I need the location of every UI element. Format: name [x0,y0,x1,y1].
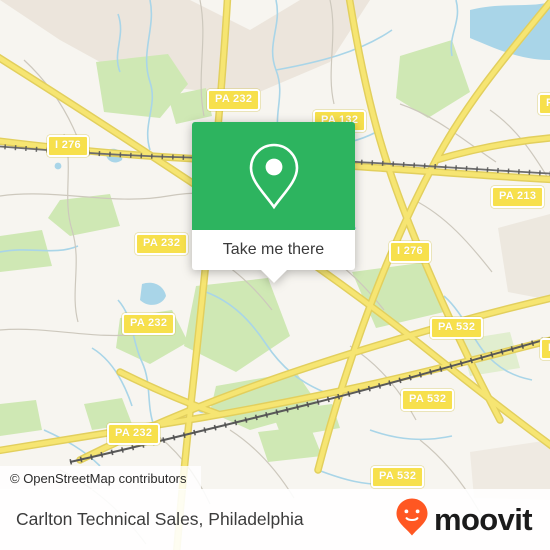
take-me-there-callout[interactable]: Take me there [192,122,355,283]
map-pin-icon [246,141,302,211]
attribution-text: © OpenStreetMap contributors [10,470,187,486]
road-shield: PA 232 [122,313,176,335]
road-shield: I 276 [47,135,89,157]
callout-label: Take me there [222,241,325,258]
callout-action-panel[interactable]: Take me there [192,230,355,270]
road-shield: PA 232 [135,233,189,255]
road-shield: I 276 [389,241,431,263]
callout-tail [259,269,288,283]
map-screen: PA 232 PA 132 I 276 PA 213 PA 232 I 276 PA 232… [0,0,550,550]
road-shield: PA 532 [430,317,484,339]
road-shield: PA 532 [401,389,455,411]
moovit-wordmark: moovit [433,502,533,537]
place-title: Carlton Technical Sales, Philadelphia [16,509,304,529]
moovit-logo[interactable]: moovit [395,497,533,542]
road-shield: P [538,93,550,115]
road-shield: PA 232 [107,423,161,445]
road-shield: PA 213 [491,186,545,208]
road-shield: I [540,338,550,360]
map-attribution[interactable]: © OpenStreetMap contributors [0,466,201,490]
callout-icon-panel [192,122,355,230]
road-shield: PA 232 [207,89,261,111]
moovit-pin-icon [395,497,429,542]
footer-bar: Carlton Technical Sales, Philadelphia mo… [0,489,550,550]
road-shield: PA 532 [371,466,425,488]
